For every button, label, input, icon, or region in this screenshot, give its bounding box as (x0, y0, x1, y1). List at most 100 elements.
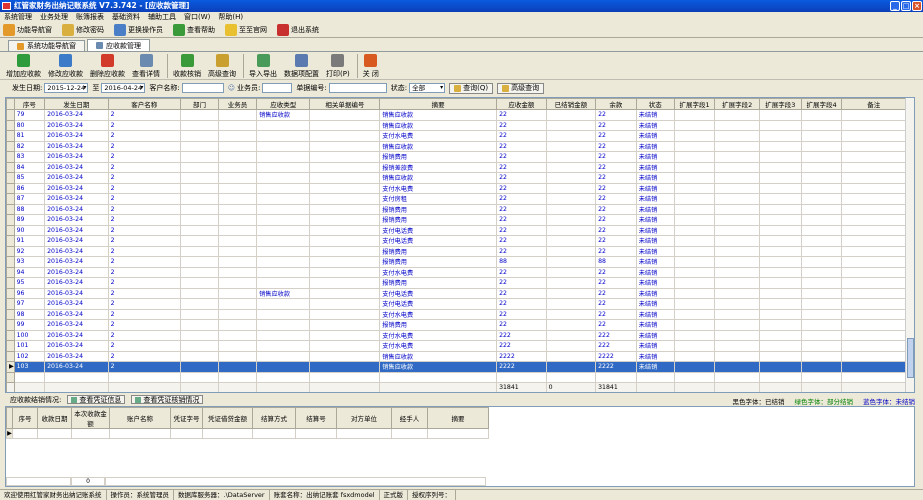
menu-item[interactable]: 辅助工具 (148, 12, 176, 22)
table-row[interactable]: 97 2016-03-24 2 支付电话费 22 22 未结销 (6, 298, 906, 310)
sub-column-header[interactable]: 序号 (12, 407, 38, 429)
column-header[interactable]: 余款 (595, 98, 637, 110)
table-row[interactable]: 89 2016-03-24 2 报销费用 22 22 未结销 (6, 214, 906, 226)
table-row[interactable]: 95 2016-03-24 2 报销费用 22 22 未结销 (6, 277, 906, 289)
table-row[interactable]: 85 2016-03-24 2 销售应收款 22 22 未结销 (6, 172, 906, 184)
column-header[interactable]: 相关单据编号 (309, 98, 381, 110)
tab-1[interactable]: 应收款管理 (87, 39, 150, 51)
table-row[interactable]: 90 2016-03-24 2 支付电话费 22 22 未结销 (6, 224, 906, 236)
table-row[interactable]: 93 2016-03-24 2 报销费用 88 88 未结销 (6, 256, 906, 268)
table-row[interactable]: 82 2016-03-24 2 销售应收款 22 22 未结销 (6, 140, 906, 152)
column-header[interactable]: 摘要 (379, 98, 498, 110)
column-header[interactable]: 序号 (13, 98, 46, 110)
mainbar-button[interactable]: 退出系统 (277, 23, 319, 36)
table-row[interactable]: 102 2016-03-24 2 销售应收款 2222 2222 未结销 (6, 350, 906, 362)
table-row[interactable]: 86 2016-03-24 2 支付水电费 22 22 未结销 (6, 182, 906, 194)
sub-column-header[interactable]: 对方单位 (336, 407, 392, 429)
table-row[interactable]: 94 2016-03-24 2 支付水电费 22 22 未结销 (6, 266, 906, 278)
table-row[interactable]: 79 2016-03-24 2 销售应收款 销售应收款 22 22 未结销 (6, 109, 906, 121)
table-row[interactable]: 98 2016-03-24 2 支付水电费 22 22 未结销 (6, 308, 906, 320)
sub-column-header[interactable]: 本次收款金额 (71, 407, 110, 429)
sub-column-header[interactable]: 凭证借贷金额 (202, 407, 253, 429)
table-row[interactable]: 99 2016-03-24 2 报销费用 22 22 未结销 (6, 319, 906, 331)
query-button[interactable]: 查询(Q) (449, 82, 494, 94)
toolbar-button[interactable]: 数据项配置 (284, 53, 319, 79)
column-header[interactable]: 发生日期 (44, 98, 109, 110)
menu-item[interactable]: 系统管理 (4, 12, 32, 22)
table-row[interactable]: 91 2016-03-24 2 支付电话费 22 22 未结销 (6, 235, 906, 247)
menu-item[interactable]: 窗口(W) (184, 12, 210, 22)
toolbar-button[interactable]: 删除应收款 (90, 53, 125, 79)
column-header[interactable]: 应收金额 (496, 98, 547, 110)
menu-item[interactable]: 业务处理 (40, 12, 68, 22)
column-header[interactable]: 状态 (635, 98, 675, 110)
sub-column-header[interactable]: 经手人 (391, 407, 428, 429)
table-row[interactable]: 92 2016-03-24 2 报销费用 22 22 未结销 (6, 245, 906, 257)
table-row[interactable]: 80 2016-03-24 2 销售应收款 22 22 未结销 (6, 119, 906, 131)
column-header[interactable]: 客户名称 (107, 98, 181, 110)
view-voucher-button[interactable]: 查看凭证信息 (67, 395, 126, 404)
date-to-picker[interactable]: 2016-04-24 (101, 83, 146, 93)
table-row[interactable]: 83 2016-03-24 2 报销费用 22 22 未结销 (6, 151, 906, 163)
toolbar-button[interactable]: 收款核销 (173, 53, 201, 79)
toolbar-button[interactable]: 查看详情 (132, 53, 160, 79)
receivables-grid[interactable]: 序号 发生日期 客户名称 部门 业务员 应收类型 相关单据编号 摘要 应收金额 已结销金额 余款 状态… (5, 97, 915, 393)
table-cell (218, 277, 258, 289)
menu-item[interactable]: 账簿报表 (76, 12, 104, 22)
menu-item[interactable]: 基础资料 (112, 12, 140, 22)
table-row[interactable]: 100 2016-03-24 2 支付水电费 222 222 未结销 (6, 329, 906, 341)
minimize-icon[interactable]: _ (890, 1, 900, 11)
menu-item[interactable]: 帮助(H) (218, 12, 243, 22)
sub-column-header[interactable]: 结算号 (295, 407, 337, 429)
column-header[interactable]: 扩展字段4 (800, 98, 843, 110)
sub-column-header[interactable]: 账户名称 (109, 407, 171, 429)
mainbar-button[interactable]: 功能导航窗 (3, 23, 52, 36)
close-icon[interactable]: × (912, 1, 922, 11)
column-header[interactable]: 扩展字段1 (673, 98, 716, 110)
table-row[interactable]: 96 2016-03-24 2 销售应收款 支付电话费 22 22 未结销 (6, 287, 906, 299)
mainbar-button[interactable]: 至至官网 (225, 23, 267, 36)
salesperson-input[interactable] (262, 83, 293, 93)
table-cell (309, 109, 381, 121)
sub-grid-empty-row[interactable]: ▶ (6, 428, 489, 439)
status-select[interactable]: 全部 (409, 83, 446, 93)
writeoff-grid[interactable]: 序号 收款日期 本次收款金额 账户名称 凭证字号 凭证借贷金额 结算方式 结算号 对方单位 经手人… (5, 406, 915, 487)
table-row[interactable]: 101 2016-03-24 2 支付水电费 222 222 未结销 (6, 340, 906, 352)
table-cell (758, 350, 802, 362)
table-row[interactable]: ▶ 103 2016-03-24 2 销售应收款 2222 2222 未结销 (6, 361, 906, 373)
toolbar-button[interactable]: 修改应收款 (48, 53, 83, 79)
column-header[interactable]: 扩展字段2 (714, 98, 760, 110)
table-row[interactable]: 84 2016-03-24 2 报销差旅费 22 22 未结销 (6, 161, 906, 173)
tab-0[interactable]: 系统功能导航窗 (8, 40, 85, 51)
column-header[interactable]: 部门 (179, 98, 220, 110)
table-cell: 94 (13, 266, 46, 278)
column-header[interactable]: 应收类型 (256, 98, 311, 110)
column-header[interactable]: 已结销金额 (545, 98, 597, 110)
mainbar-button[interactable]: 查看帮助 (173, 23, 215, 36)
sub-column-header[interactable]: 凭证字号 (170, 407, 203, 429)
column-header[interactable]: 备注 (841, 98, 906, 110)
sub-column-header[interactable]: 摘要 (427, 407, 489, 429)
column-header[interactable]: 业务员 (218, 98, 258, 110)
scrollbar-thumb[interactable] (907, 338, 914, 378)
toolbar-button[interactable]: 高级查询 (208, 53, 236, 79)
mainbar-button[interactable]: 更换操作员 (114, 23, 163, 36)
customer-input[interactable] (181, 83, 224, 93)
sub-column-header[interactable]: 收款日期 (37, 407, 72, 429)
table-row[interactable]: 81 2016-03-24 2 支付水电费 22 22 未结销 (6, 130, 906, 142)
maximize-icon[interactable]: □ (901, 1, 911, 11)
mainbar-button[interactable]: 修改密码 (62, 23, 104, 36)
toolbar-button[interactable]: 打印(P) (326, 53, 350, 79)
date-from-picker[interactable]: 2015-12-24 (44, 83, 89, 93)
column-header[interactable]: 扩展字段3 (758, 98, 802, 110)
grid-vertical-scrollbar[interactable] (905, 98, 914, 392)
toolbar-button[interactable]: 关 闭 (363, 53, 379, 79)
docno-input[interactable] (328, 83, 387, 93)
sub-column-header[interactable]: 结算方式 (252, 407, 296, 429)
view-voucher-writeoff-button[interactable]: 查看凭证核销情况 (131, 395, 204, 404)
advanced-query-button[interactable]: 高级查询 (497, 82, 545, 94)
table-row[interactable]: 88 2016-03-24 2 报销费用 22 22 未结销 (6, 203, 906, 215)
toolbar-button[interactable]: 导入导出 (249, 53, 277, 79)
table-row[interactable]: 87 2016-03-24 2 支付房租 22 22 未结销 (6, 193, 906, 205)
toolbar-button[interactable]: 增加应收款 (6, 53, 41, 79)
